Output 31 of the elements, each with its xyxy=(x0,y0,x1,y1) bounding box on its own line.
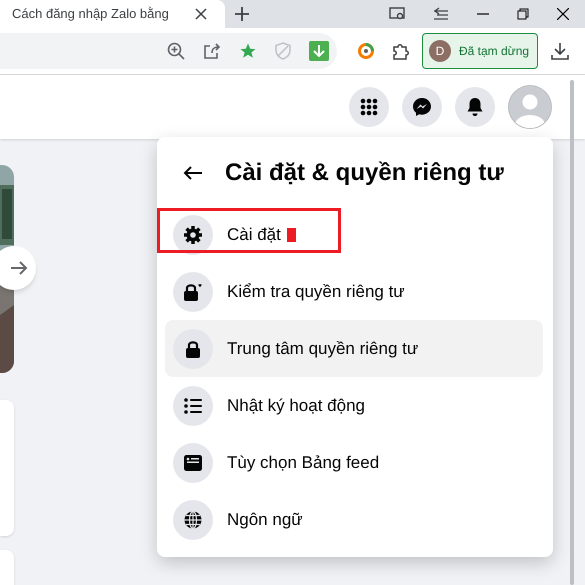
zoom-icon[interactable] xyxy=(167,42,185,60)
minimize-icon[interactable] xyxy=(477,13,489,15)
close-icon[interactable] xyxy=(557,8,569,20)
star-icon[interactable] xyxy=(239,42,257,60)
back-arrow-icon[interactable] xyxy=(183,165,203,181)
extension-icon[interactable] xyxy=(357,42,375,60)
menu-title: Cài đặt & quyền riêng tư xyxy=(225,158,504,188)
marker-icon xyxy=(286,228,296,242)
gear-icon xyxy=(173,214,213,254)
profile-button[interactable]: D Đã tạm dừng xyxy=(422,33,538,69)
search-tabs-icon[interactable] xyxy=(389,7,405,21)
avatar: D xyxy=(429,40,451,62)
restore-icon[interactable] xyxy=(517,8,529,20)
download-icon[interactable] xyxy=(551,42,569,60)
list-icon xyxy=(173,386,213,426)
bell-icon[interactable] xyxy=(455,87,495,127)
puzzle-icon[interactable] xyxy=(392,42,410,60)
messenger-icon[interactable] xyxy=(402,87,442,127)
add-tab-icon[interactable] xyxy=(235,7,249,21)
globe-icon xyxy=(173,500,213,540)
menu-grid-icon[interactable] xyxy=(349,87,389,127)
card-background xyxy=(0,550,14,585)
close-icon[interactable] xyxy=(195,8,207,20)
feed-icon xyxy=(173,442,213,482)
arrow-icon xyxy=(10,260,28,276)
share-icon[interactable] xyxy=(203,42,221,60)
lines-icon[interactable] xyxy=(433,7,449,21)
next-arrow-button[interactable] xyxy=(0,246,36,290)
lock-icon xyxy=(173,328,213,368)
profile-status: Đã tạm dừng xyxy=(459,43,530,60)
menu-item[interactable]: Trung tâm quyền riêng tư xyxy=(165,320,543,377)
